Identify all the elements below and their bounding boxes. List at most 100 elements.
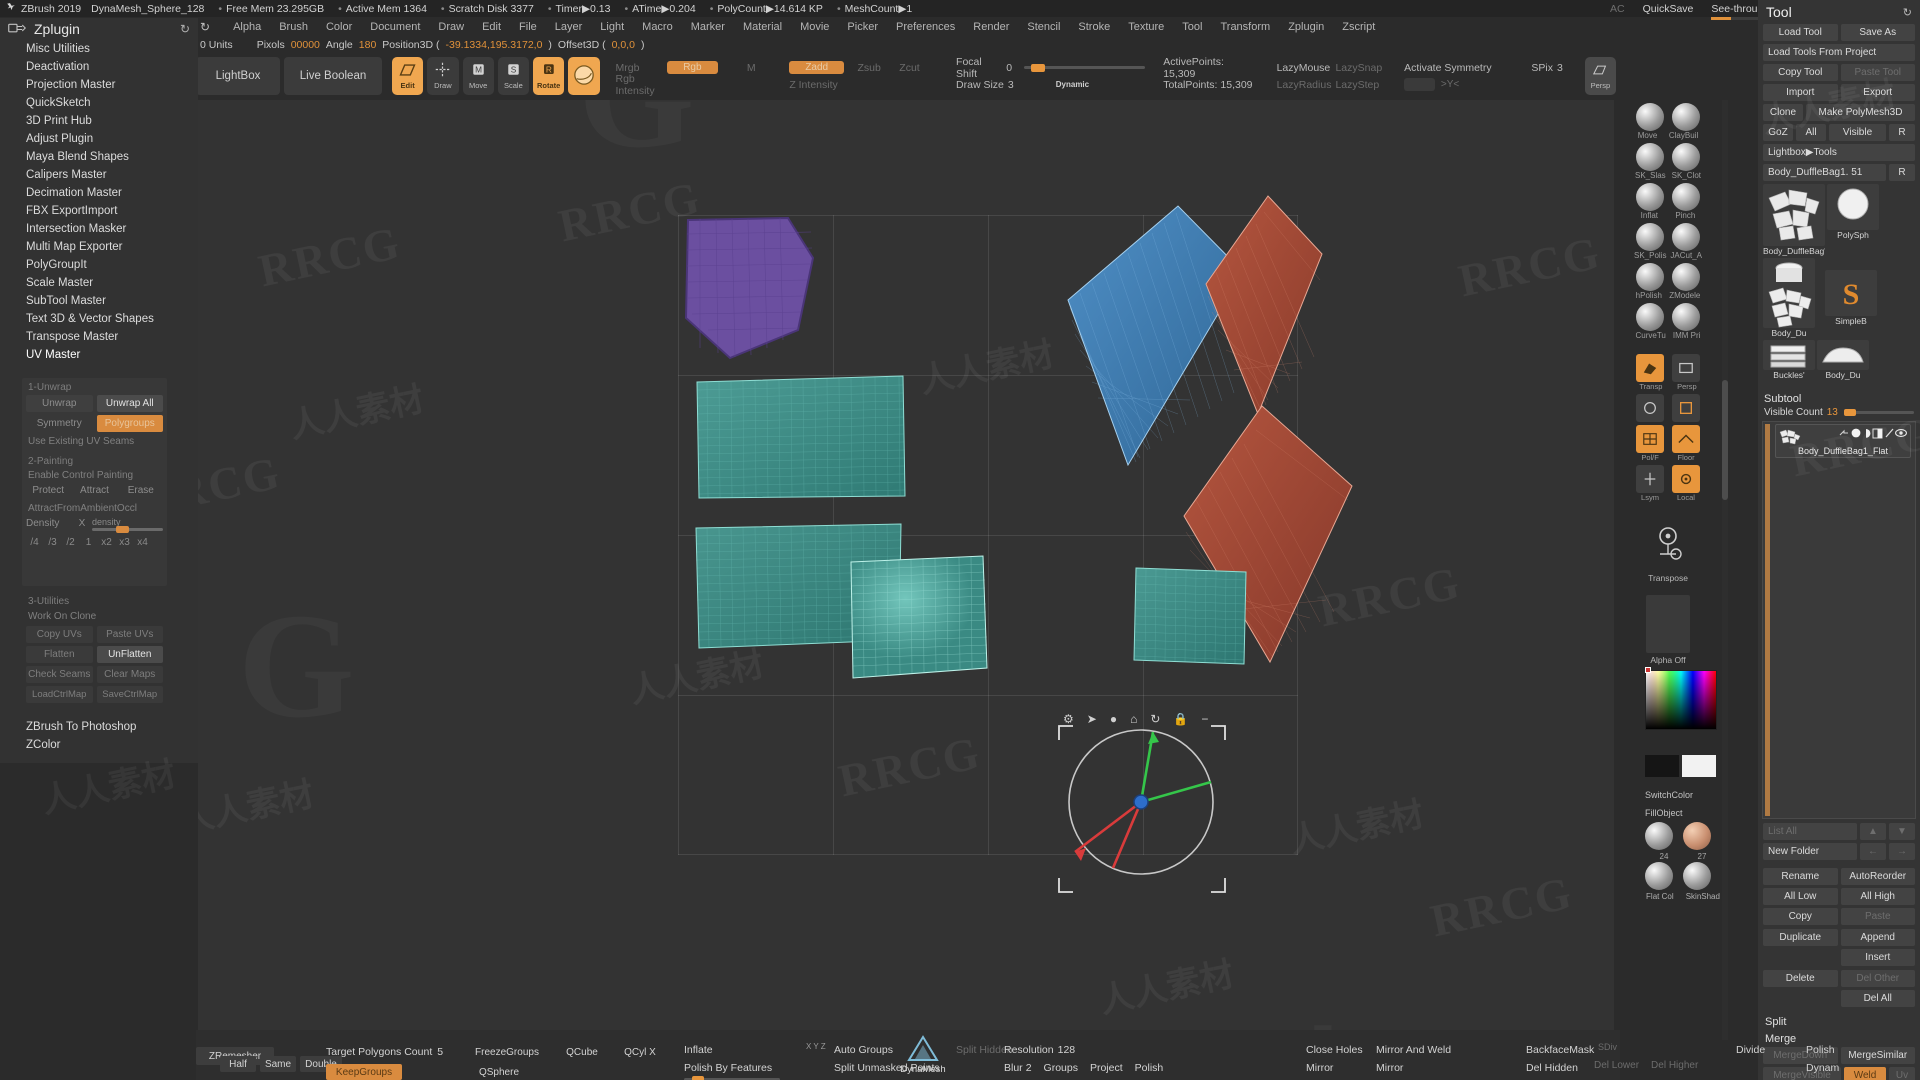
home-icon[interactable]: ⌂ [1130, 712, 1137, 726]
menu-texture[interactable]: Texture [1119, 21, 1173, 33]
brush-claybuildup-icon[interactable] [1672, 103, 1700, 131]
menu-tool[interactable]: Tool [1173, 21, 1211, 33]
tool-thumb-body-duffle[interactable]: Body_Du [1763, 282, 1815, 338]
del-lower-label[interactable]: Del Lower [1594, 1060, 1639, 1071]
minus-icon[interactable]: − [1201, 712, 1208, 726]
brush-jacut-icon[interactable] [1672, 223, 1700, 251]
rotate-mode-button[interactable]: R Rotate [533, 57, 565, 95]
pin-location-icon[interactable]: ● [1110, 712, 1117, 726]
menu-picker[interactable]: Picker [838, 21, 887, 33]
qcube-button[interactable]: QCube [558, 1044, 606, 1060]
material-skinshade-icon[interactable] [1683, 822, 1711, 850]
load-tool-button[interactable]: Load Tool [1763, 24, 1838, 41]
menu-alpha[interactable]: Alpha [224, 21, 270, 33]
persp-button[interactable]: Persp [1584, 57, 1617, 95]
copy-uvs-button[interactable]: Copy UVs [26, 626, 93, 643]
material-flatcol2-icon[interactable] [1645, 862, 1673, 890]
erase-button[interactable]: Erase [119, 482, 163, 499]
lazy-step-label[interactable]: LazyStep [1335, 78, 1388, 92]
alpha-preview[interactable] [1646, 595, 1690, 653]
gizmo-float-toolbar[interactable]: ⚙ ➤ ● ⌂ ↻ 🔒 − [1063, 712, 1208, 726]
project-label[interactable]: Project [1090, 1062, 1123, 1074]
brush-skcloth-icon[interactable] [1672, 143, 1700, 171]
canvas-scrollbar[interactable] [1722, 100, 1728, 1040]
append-button[interactable]: Append [1840, 929, 1915, 946]
local-sym-toggle[interactable] [1636, 465, 1664, 493]
zcut-button[interactable]: Zcut [899, 61, 942, 75]
transform-gizmo[interactable] [1053, 720, 1233, 900]
zplugin-item-maya-blend-shapes[interactable]: Maya Blend Shapes [0, 148, 198, 166]
folder-right-icon[interactable]: → [1889, 843, 1915, 860]
material-sphere-button[interactable] [568, 57, 600, 95]
menu-stencil[interactable]: Stencil [1018, 21, 1069, 33]
inflate-label[interactable]: Inflate [684, 1042, 854, 1058]
refresh-icon[interactable]: ↻ [1903, 6, 1912, 19]
tool-thumb-duffle-flat[interactable]: Body_DuffleBag' [1763, 184, 1825, 256]
material-skinshade2-icon[interactable] [1683, 862, 1711, 890]
zplugin-item-decimation-master[interactable]: Decimation Master [0, 184, 198, 202]
menu-transform[interactable]: Transform [1211, 21, 1279, 33]
density-step-quarter[interactable]: /4 [27, 537, 42, 548]
attract-from-ao-toggle[interactable]: AttractFromAmbientOccl [22, 502, 167, 515]
insert-button[interactable]: Insert [1840, 949, 1915, 966]
zplugin-item-scale-master[interactable]: Scale Master [0, 274, 198, 292]
quicksave-button[interactable]: QuickSave [1643, 3, 1694, 15]
unwrap-button[interactable]: Unwrap [26, 395, 93, 412]
draw-mode-button[interactable]: Draw [427, 57, 459, 95]
menu-edit[interactable]: Edit [473, 21, 510, 33]
lightbox-button[interactable]: LightBox [196, 57, 280, 95]
lazy-radius-label[interactable]: LazyRadius [1277, 78, 1332, 92]
all-low-button[interactable]: All Low [1763, 888, 1838, 905]
polyframe-toggle[interactable] [1636, 425, 1664, 453]
work-on-clone-button[interactable]: Work On Clone [22, 610, 167, 623]
color-picker[interactable] [1645, 670, 1717, 730]
menu-stroke[interactable]: Stroke [1069, 21, 1119, 33]
dynamesh-badge[interactable]: DynaMesh [900, 1034, 946, 1078]
lock-icon[interactable]: 🔒 [1173, 712, 1188, 726]
dynamic-toggle[interactable]: Dynamic [1056, 80, 1089, 89]
qsphere-button[interactable]: QSphere [468, 1064, 530, 1080]
refresh-cycle-icon[interactable]: ↻ [1150, 712, 1160, 726]
subtool-item-body-dufflebag1-flat[interactable]: Body_DuffleBag1_Flat [1775, 424, 1911, 458]
lazy-mouse-toggle[interactable]: LazyMouse [1277, 61, 1332, 75]
unflatten-button[interactable]: UnFlatten [96, 646, 163, 663]
zadd-pill[interactable]: Zadd [789, 61, 845, 74]
menu-material[interactable]: Material [734, 21, 791, 33]
transp2-toggle[interactable] [1636, 394, 1664, 422]
live-boolean-button[interactable]: Live Boolean [284, 57, 382, 95]
zplugin-item-adjust-plugin[interactable]: Adjust Plugin [0, 130, 198, 148]
menu-macro[interactable]: Macro [633, 21, 682, 33]
brush-skpolish-icon[interactable] [1636, 223, 1664, 251]
mirror-and-weld-label[interactable]: Mirror And Weld [1376, 1042, 1536, 1058]
copy-tool-button[interactable]: Copy Tool [1763, 64, 1838, 81]
rgb-pill[interactable]: Rgb [667, 61, 718, 74]
half-button[interactable]: Half [220, 1056, 256, 1072]
tool-thumb-polysphere[interactable]: PolySph [1827, 184, 1879, 256]
goz-button[interactable]: GoZ [1763, 124, 1793, 141]
primary-color-swatch[interactable] [1682, 755, 1716, 777]
zplugin-item-calipers-master[interactable]: Calipers Master [0, 166, 198, 184]
keep-groups-button[interactable]: KeepGroups [326, 1064, 402, 1080]
brush-curvetube-icon[interactable] [1636, 303, 1664, 331]
delete-button[interactable]: Delete [1763, 970, 1838, 987]
axis-toggles[interactable]: XYZ [806, 1042, 826, 1051]
brush-hpolish-icon[interactable] [1636, 263, 1664, 291]
zplugin-item-multi-map-exporter[interactable]: Multi Map Exporter [0, 238, 198, 256]
brush-inflat-icon[interactable] [1636, 183, 1664, 211]
zplugin-item-zcolor[interactable]: ZColor [0, 736, 61, 754]
density-slider[interactable] [92, 525, 163, 533]
load-tools-from-project-button[interactable]: Load Tools From Project [1763, 44, 1915, 61]
menu-file[interactable]: File [510, 21, 546, 33]
zplugin-item-fbx-exportimport[interactable]: FBX ExportImport [0, 202, 198, 220]
persp-toggle[interactable] [1672, 354, 1700, 382]
del-all-button[interactable]: Del All [1840, 990, 1915, 1007]
zplugin-item-uv-master[interactable]: UV Master [0, 346, 198, 364]
make-polymesh3d-button[interactable]: Make PolyMesh3D [1806, 104, 1915, 121]
mesh-red-plank-1[interactable] [1198, 190, 1328, 420]
menu-preferences[interactable]: Preferences [887, 21, 964, 33]
check-seams-button[interactable]: Check Seams [26, 666, 93, 683]
tool-thumb-body-duffle2[interactable]: Body_Du [1817, 340, 1869, 380]
tool-thumb-buckles[interactable]: Buckles' [1763, 340, 1815, 380]
zplugin-item-transpose-master[interactable]: Transpose Master [0, 328, 198, 346]
zplugin-item-text3d-vector-shapes[interactable]: Text 3D & Vector Shapes [0, 310, 198, 328]
